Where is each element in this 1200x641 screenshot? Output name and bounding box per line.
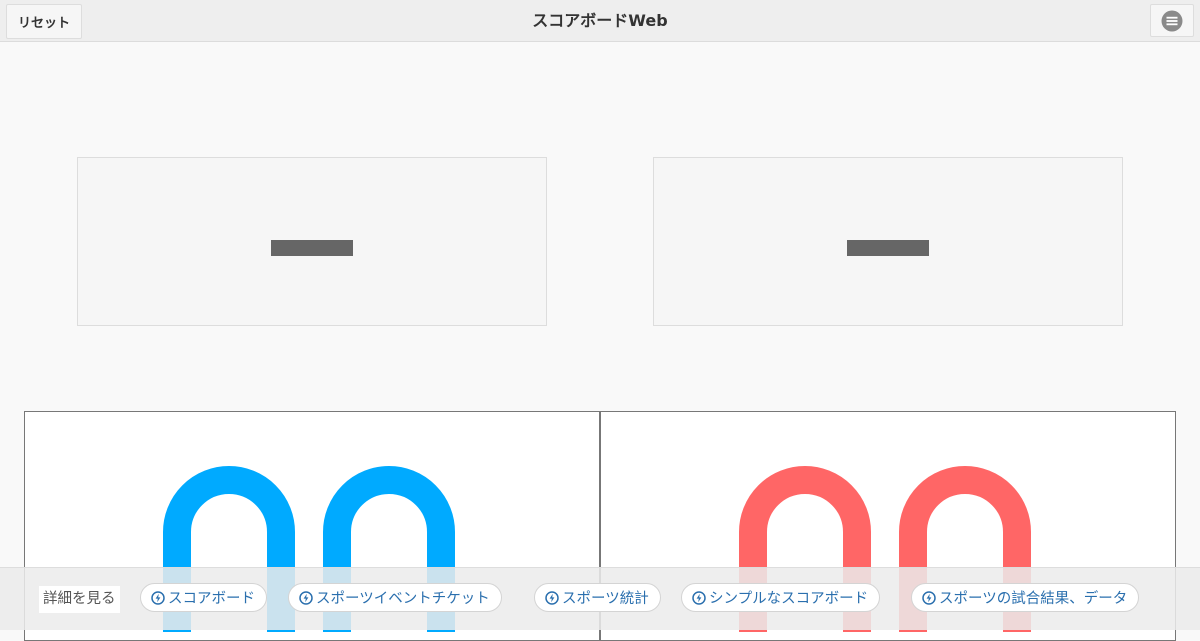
bolt-circle-icon [545,590,559,605]
bolt-circle-icon [151,590,165,605]
link-chip-match-results[interactable]: スポーツの試合結果、データ [911,583,1140,612]
link-chip-label: スポーツの試合結果、データ [939,591,1128,607]
app-title: スコアボードWeb [532,11,668,30]
menu-icon [1161,10,1183,31]
top-bar: スコアボードWeb リセット [0,0,1200,42]
link-chip-label: スコアボード [168,591,255,607]
details-label: 詳細を見る [39,586,120,613]
link-chip-label: スポーツ統計 [562,591,649,607]
link-chip-label: シンプルなスコアボード [709,591,869,607]
bolt-circle-icon [299,590,313,605]
link-chip-label: スポーツイベントチケット [316,591,490,607]
bolt-circle-icon [922,590,936,605]
link-chip-scoreboard[interactable]: スコアボード [140,583,267,612]
team-name-placeholder [847,239,929,256]
related-links-bar: 詳細を見る スコアボード スポーツイベントチケット スポーツ統計 シンプルなスコ… [0,567,1200,630]
link-chip-sports-tickets[interactable]: スポーツイベントチケット [288,583,502,612]
reset-button[interactable]: リセット [6,4,82,39]
team-name-away[interactable] [653,157,1123,326]
link-chip-simple-scoreboard[interactable]: シンプルなスコアボード [681,583,881,612]
team-name-placeholder [271,239,353,256]
bolt-circle-icon [692,590,706,605]
team-name-home[interactable] [77,157,547,326]
menu-button[interactable] [1150,4,1194,37]
link-chip-sports-stats[interactable]: スポーツ統計 [534,583,661,612]
